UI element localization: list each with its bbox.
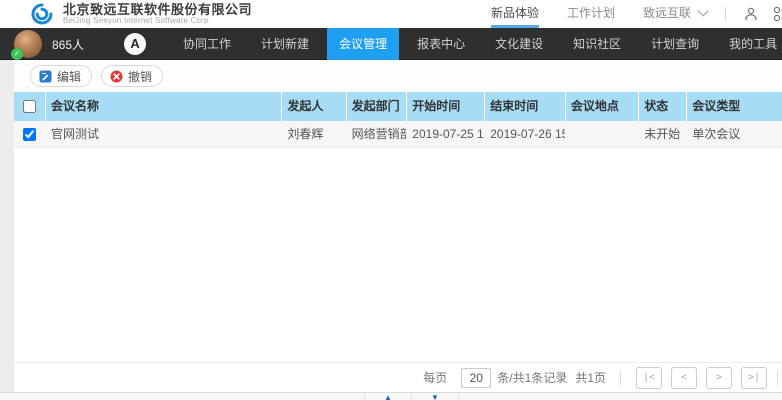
prev-page-button[interactable]: < — [671, 367, 697, 389]
revoke-button-label: 撤销 — [128, 68, 152, 85]
nav-item-report-center[interactable]: 报表中心 — [405, 28, 477, 60]
edit-icon — [39, 70, 52, 83]
nav-item-meeting-management[interactable]: 会议管理 — [327, 28, 399, 60]
row-select-cell — [14, 121, 45, 147]
seeyon-logo-icon — [30, 2, 54, 26]
table-header-row: 会议名称 发起人 发起部门 开始时间 结束时间 会议地点 状态 会议类型 — [14, 92, 782, 121]
col-header-start-time: 开始时间 — [406, 92, 484, 121]
row-type: 单次会议 — [686, 121, 782, 147]
content-area: 编辑 撤销 会议名称 发起人 发起部门 开始时间 结束时间 会议地点 状态 会议… — [14, 60, 782, 400]
top-tab-work-plan[interactable]: 工作计划 — [567, 0, 615, 28]
next-page-button[interactable]: > — [706, 367, 732, 389]
company-subtitle: BeiJing Seeyon Internet Software Corp. — [63, 17, 252, 25]
top-bar: 北京致远互联软件股份有限公司 BeiJing Seeyon Internet S… — [0, 0, 782, 28]
nav-item-culture[interactable]: 文化建设 — [483, 28, 555, 60]
col-header-department: 发起部门 — [346, 92, 407, 121]
edit-button[interactable]: 编辑 — [30, 65, 92, 87]
row-status: 未开始 — [638, 121, 686, 147]
row-initiator: 刘春辉 — [281, 121, 345, 147]
topbar-right: 新品体验 工作计划 致远互联 — [477, 0, 782, 28]
table-row[interactable]: 官网测试 刘春辉 网络营销部 2019-07-25 14:30 2019-07-… — [14, 121, 782, 148]
revoke-button[interactable]: 撤销 — [101, 65, 163, 87]
pagination-bar: 每页 条/共1条记录 共1页 |< < > >| — [14, 362, 782, 392]
row-checkbox[interactable] — [23, 128, 36, 141]
col-header-initiator: 发起人 — [281, 92, 345, 121]
company-name: 北京致远互联软件股份有限公司 — [63, 3, 252, 17]
scroll-down-button[interactable]: ▼ — [411, 393, 459, 400]
toolbar: 编辑 撤销 — [14, 60, 782, 92]
member-count[interactable]: 865人 — [52, 36, 84, 53]
home-a-icon[interactable]: A — [124, 33, 146, 55]
col-header-end-time: 结束时间 — [484, 92, 565, 121]
nav-item-plan-query[interactable]: 计划查询 — [639, 28, 711, 60]
cancel-icon — [110, 70, 123, 83]
col-header-meeting-name: 会议名称 — [45, 92, 281, 121]
per-page-label: 每页 — [423, 369, 447, 386]
arrow-up-icon: ▲ — [384, 393, 392, 400]
row-department: 网络营销部 — [346, 121, 407, 147]
bottom-toggle-strip: ▲ ▼ — [0, 392, 782, 400]
row-location — [565, 121, 638, 147]
top-tab-new-experience[interactable]: 新品体验 — [491, 0, 539, 28]
row-meeting-name[interactable]: 官网测试 — [45, 121, 281, 147]
row-start-time: 2019-07-25 14:30 — [406, 121, 484, 147]
last-page-button[interactable]: >| — [741, 367, 767, 389]
company-block: 北京致远互联软件股份有限公司 BeiJing Seeyon Internet S… — [63, 3, 252, 25]
edit-button-label: 编辑 — [57, 68, 81, 85]
nav-item-collaboration[interactable]: 协同工作 — [171, 28, 243, 60]
select-all-checkbox[interactable] — [23, 100, 36, 113]
main-nav-bar: ✓ 865人 A 协同工作 计划新建 会议管理 报表中心 文化建设 知识社区 计… — [0, 28, 782, 60]
divider — [620, 371, 621, 385]
top-tab-seeyon-label: 致远互联 — [643, 6, 691, 20]
total-pages: 共1页 — [575, 369, 606, 386]
top-tab-seeyon-menu[interactable]: 致远互联 — [643, 0, 705, 28]
col-header-type: 会议类型 — [686, 92, 782, 121]
nav-item-plan-new[interactable]: 计划新建 — [249, 28, 321, 60]
online-status-badge: ✓ — [11, 48, 23, 60]
chevron-down-icon — [697, 5, 708, 16]
records-summary: 条/共1条记录 — [497, 369, 567, 386]
select-all-cell — [14, 92, 45, 121]
col-header-status: 状态 — [638, 92, 686, 121]
first-page-button[interactable]: |< — [636, 367, 662, 389]
arrow-down-icon: ▼ — [431, 393, 439, 400]
meetings-table: 会议名称 发起人 发起部门 开始时间 结束时间 会议地点 状态 会议类型 官网测… — [14, 92, 782, 148]
person-icon[interactable] — [742, 5, 760, 23]
nav-items: 协同工作 计划新建 会议管理 报表中心 文化建设 知识社区 计划查询 我的工具 … — [168, 28, 782, 60]
divider — [777, 371, 778, 385]
row-end-time: 2019-07-26 15:30 — [484, 121, 565, 147]
per-page-input[interactable] — [461, 368, 491, 388]
scroll-toggle-group: ▲ ▼ — [365, 393, 459, 400]
col-header-location: 会议地点 — [565, 92, 638, 121]
nav-item-knowledge-community[interactable]: 知识社区 — [561, 28, 633, 60]
avatar[interactable]: ✓ — [14, 30, 42, 58]
scroll-up-button[interactable]: ▲ — [364, 393, 412, 400]
divider — [725, 7, 726, 21]
nav-item-my-tools[interactable]: 我的工具 — [717, 28, 782, 60]
app-grid-icon[interactable] — [772, 5, 782, 23]
